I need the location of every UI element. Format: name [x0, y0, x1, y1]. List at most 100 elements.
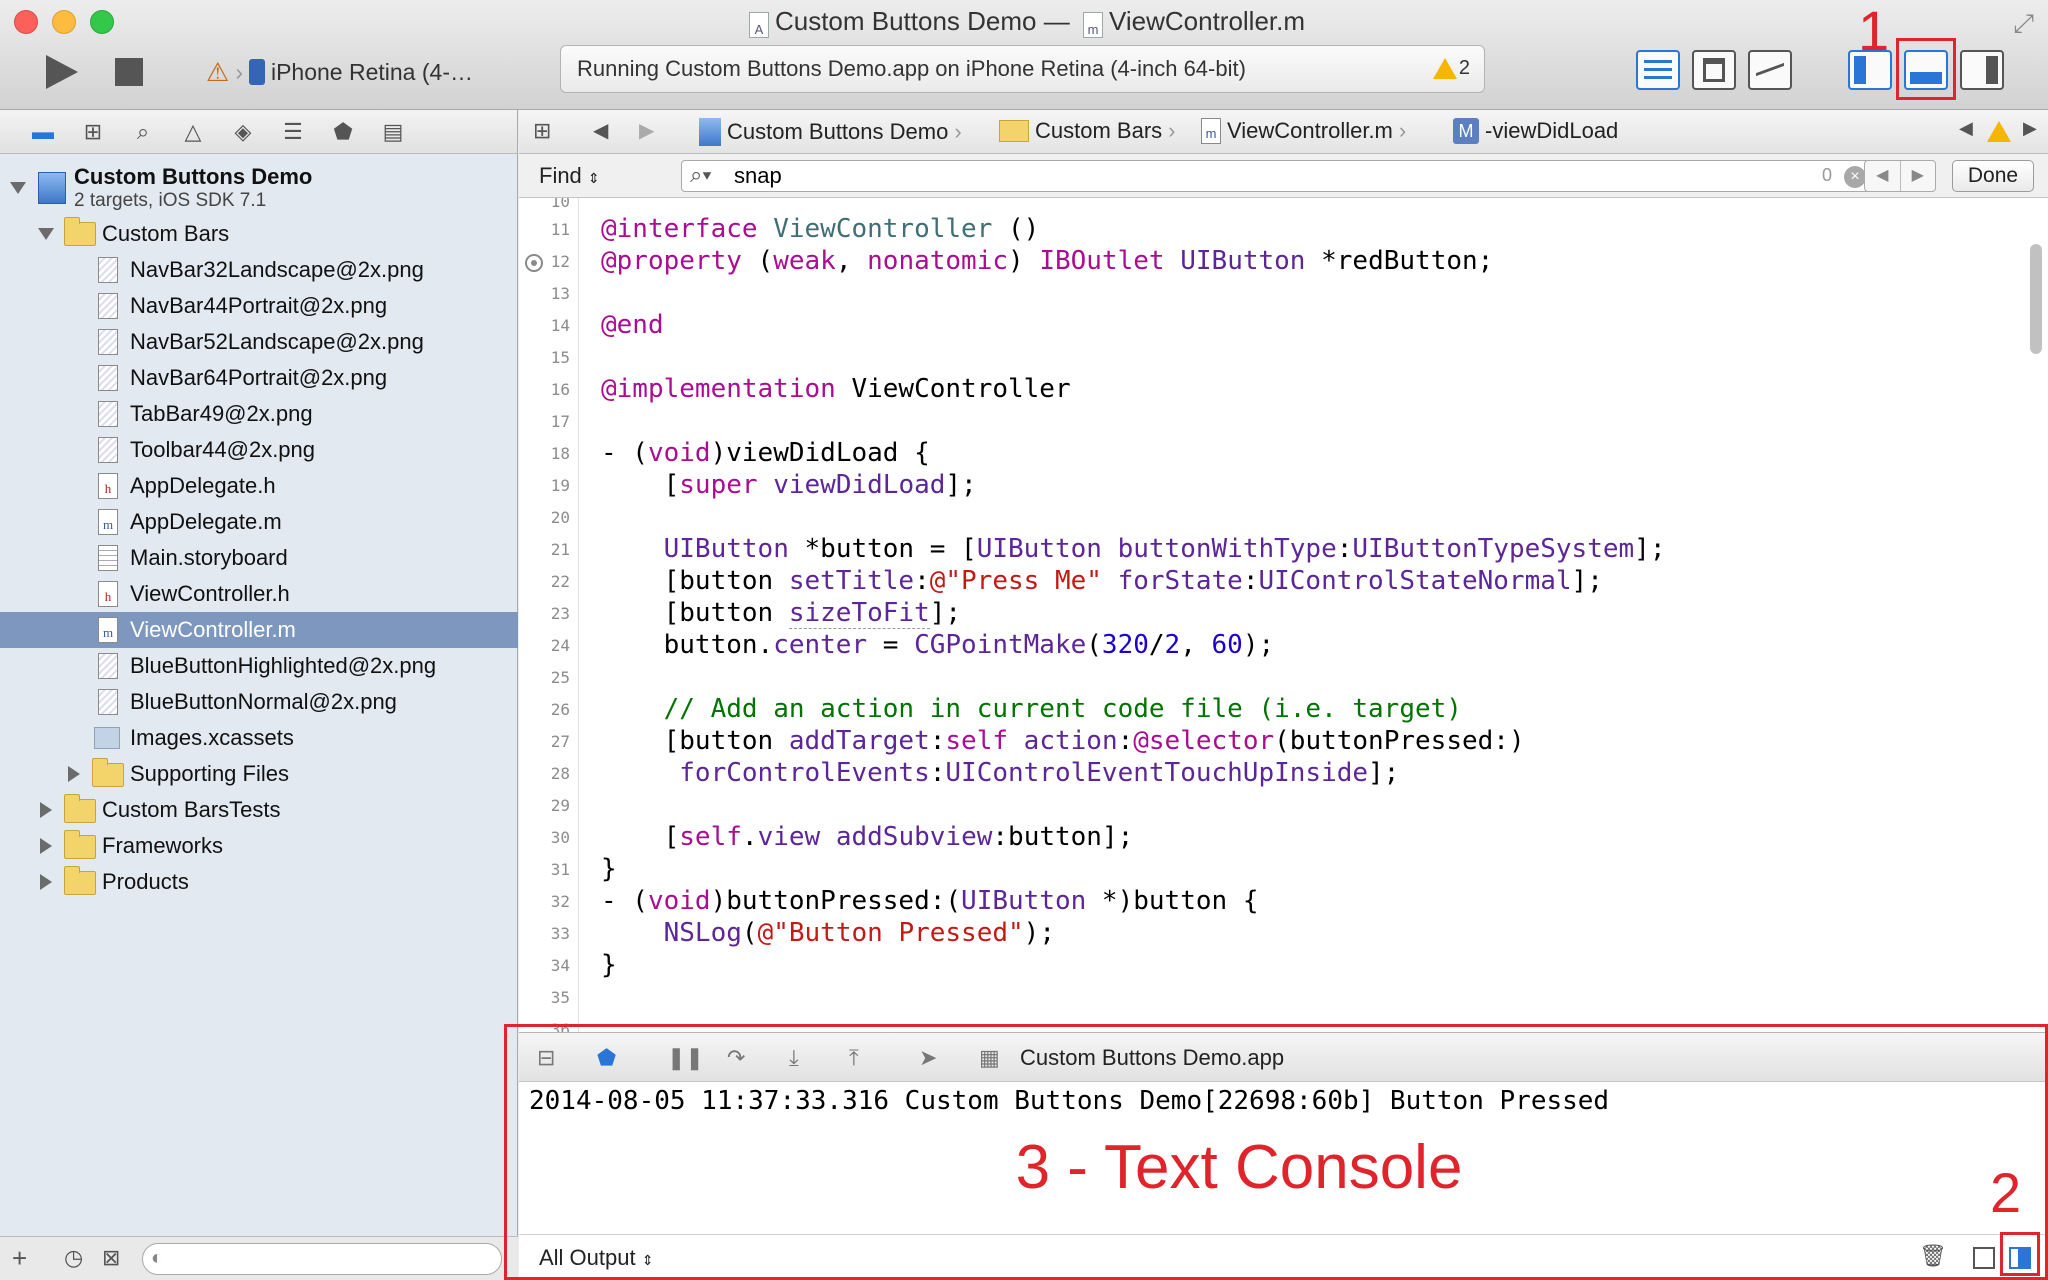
tree-item[interactable]: NavBar64Portrait@2x.png	[0, 360, 518, 396]
log-icon[interactable]: ▤	[378, 118, 408, 146]
tree-item[interactable]: Supporting Files	[0, 756, 518, 792]
image-file-icon	[98, 329, 118, 355]
header-file-icon: h	[98, 473, 118, 499]
breadcrumb-method[interactable]: M -viewDidLoad	[1453, 118, 1618, 144]
related-items-icon[interactable]: ⊞	[533, 118, 551, 144]
tree-item-label: Images.xcassets	[130, 725, 294, 750]
project-root[interactable]: Custom Buttons Demo 2 targets, iOS SDK 7…	[0, 160, 518, 216]
toggle-utilities-button[interactable]	[1960, 50, 2004, 90]
jump-bar: ⊞ ◀ ▶ Custom Buttons Demo › Custom Bars …	[519, 110, 2048, 154]
tree-item[interactable]: BlueButtonNormal@2x.png	[0, 684, 518, 720]
symbol-icon[interactable]: ⊞	[78, 118, 108, 146]
next-issue-icon[interactable]: ▶	[2023, 118, 2037, 139]
tree-item[interactable]: Products	[0, 864, 518, 900]
tree-item[interactable]: TabBar49@2x.png	[0, 396, 518, 432]
line-number: 16	[550, 380, 570, 399]
forward-arrow-icon[interactable]: ▶	[639, 118, 654, 143]
disclosure-open-icon[interactable]	[10, 182, 26, 194]
add-icon[interactable]: +	[12, 1243, 27, 1274]
folder-icon[interactable]: ▬	[28, 118, 58, 146]
breakpoint-outlet-icon[interactable]	[525, 254, 543, 272]
chevron-right-icon: ›	[1168, 118, 1176, 143]
disclosure-open-icon[interactable]	[38, 228, 54, 240]
tree-item[interactable]: Custom BarsTests	[0, 792, 518, 828]
test-icon[interactable]: ◈	[228, 118, 258, 146]
fullscreen-icon[interactable]: ⤢	[2013, 8, 2034, 40]
line-number: 22	[550, 572, 570, 591]
tree-item-label: Main.storyboard	[130, 545, 288, 570]
header-file-icon: h	[98, 581, 118, 607]
window-title-separator: —	[1043, 6, 1070, 36]
updown-icon: ⇕	[587, 170, 600, 186]
breakpoint-icon[interactable]: ⬟	[328, 118, 358, 146]
tree-item-label: BlueButtonNormal@2x.png	[130, 689, 397, 714]
search-icon[interactable]: ⌕	[128, 118, 158, 146]
find-mode-select[interactable]: Find ⇕	[539, 163, 600, 189]
tree-item[interactable]: Frameworks	[0, 828, 518, 864]
project-name: Custom Buttons Demo	[74, 164, 313, 189]
done-button[interactable]: Done	[1952, 160, 2034, 192]
tree-item[interactable]: NavBar32Landscape@2x.png	[0, 252, 518, 288]
tree-item[interactable]: Custom Bars	[0, 216, 518, 252]
source-control-filter-icon[interactable]: ⊠	[102, 1245, 120, 1271]
navigator-filter-input[interactable]: ◐	[142, 1243, 502, 1275]
tree-item[interactable]: h AppDelegate.h	[0, 468, 518, 504]
disclosure-closed-icon[interactable]	[68, 766, 80, 782]
breadcrumb-group[interactable]: Custom Bars ›	[999, 118, 1175, 144]
tree-item-label: Custom BarsTests	[102, 797, 281, 822]
clear-icon[interactable]: ×	[1844, 166, 1866, 188]
line-number: 13	[550, 284, 570, 303]
tree-item[interactable]: h ViewController.h	[0, 576, 518, 612]
assistant-editor-button[interactable]	[1692, 50, 1736, 90]
find-next-icon[interactable]: ▶	[1899, 161, 1936, 191]
line-number: 17	[550, 412, 570, 431]
find-field[interactable]: ⌕▾ 0 ×	[681, 160, 1875, 192]
source-editor[interactable]: 10 11 12 13 14 15 16 17 18 19 20 21 22 2…	[519, 198, 2048, 1032]
line-number: 34	[550, 956, 570, 975]
line-number: 15	[550, 348, 570, 367]
tree-item-label: Toolbar44@2x.png	[130, 437, 316, 462]
line-number: 32	[550, 892, 570, 911]
breadcrumb-label: Custom Buttons Demo	[727, 119, 949, 144]
annotation-number-1: 1	[1858, 0, 1890, 62]
issue-icon[interactable]: △	[178, 118, 208, 146]
line-number: 33	[550, 924, 570, 943]
warning-icon[interactable]	[1987, 121, 2011, 142]
standard-editor-button[interactable]	[1636, 50, 1680, 90]
tree-item[interactable]: Toolbar44@2x.png	[0, 432, 518, 468]
tree-item[interactable]: Main.storyboard	[0, 540, 518, 576]
navigator-tabs: ▬ ⊞ ⌕ △ ◈ ☰ ⬟ ▤	[0, 110, 517, 154]
window-title-file: ViewController.m	[1108, 6, 1306, 36]
tree-item-selected[interactable]: m ViewController.m	[0, 612, 518, 648]
breadcrumb-label: ViewController.m	[1227, 118, 1393, 143]
navigator-filter-bar: + ◷ ⊠ ◐	[0, 1236, 518, 1280]
disclosure-closed-icon[interactable]	[40, 838, 52, 854]
scheme-selector[interactable]: ⚠ › iPhone Retina (4-…	[206, 54, 473, 90]
run-button[interactable]	[42, 52, 82, 92]
breadcrumb-file[interactable]: m ViewController.m ›	[1201, 118, 1406, 144]
back-arrow-icon[interactable]: ◀	[593, 118, 608, 143]
tree-item[interactable]: BlueButtonHighlighted@2x.png	[0, 648, 518, 684]
disclosure-closed-icon[interactable]	[40, 874, 52, 890]
find-input[interactable]	[732, 161, 1772, 191]
warning-indicator[interactable]: 2	[1432, 57, 1470, 80]
tree-item[interactable]: Images.xcassets	[0, 720, 518, 756]
tree-item[interactable]: NavBar52Landscape@2x.png	[0, 324, 518, 360]
version-editor-button[interactable]	[1748, 50, 1792, 90]
find-previous-icon[interactable]: ◀	[1865, 161, 1900, 191]
image-file-icon	[98, 653, 118, 679]
chevron-right-icon: ›	[235, 58, 243, 85]
previous-issue-icon[interactable]: ◀	[1959, 118, 1973, 139]
editor-scrollbar[interactable]	[2030, 244, 2042, 354]
line-number-gutter[interactable]: 10 11 12 13 14 15 16 17 18 19 20 21 22 2…	[519, 198, 579, 1032]
stop-button[interactable]	[112, 55, 146, 89]
line-number: 19	[550, 476, 570, 495]
disclosure-closed-icon[interactable]	[40, 802, 52, 818]
tree-item[interactable]: NavBar44Portrait@2x.png	[0, 288, 518, 324]
recent-files-icon[interactable]: ◷	[64, 1245, 83, 1271]
tree-item[interactable]: m AppDelegate.m	[0, 504, 518, 540]
debug-icon[interactable]: ☰	[278, 118, 308, 146]
filter-icon: ◐	[151, 1247, 164, 1269]
breadcrumb-project[interactable]: Custom Buttons Demo ›	[699, 118, 962, 146]
line-number: 27	[550, 732, 570, 751]
